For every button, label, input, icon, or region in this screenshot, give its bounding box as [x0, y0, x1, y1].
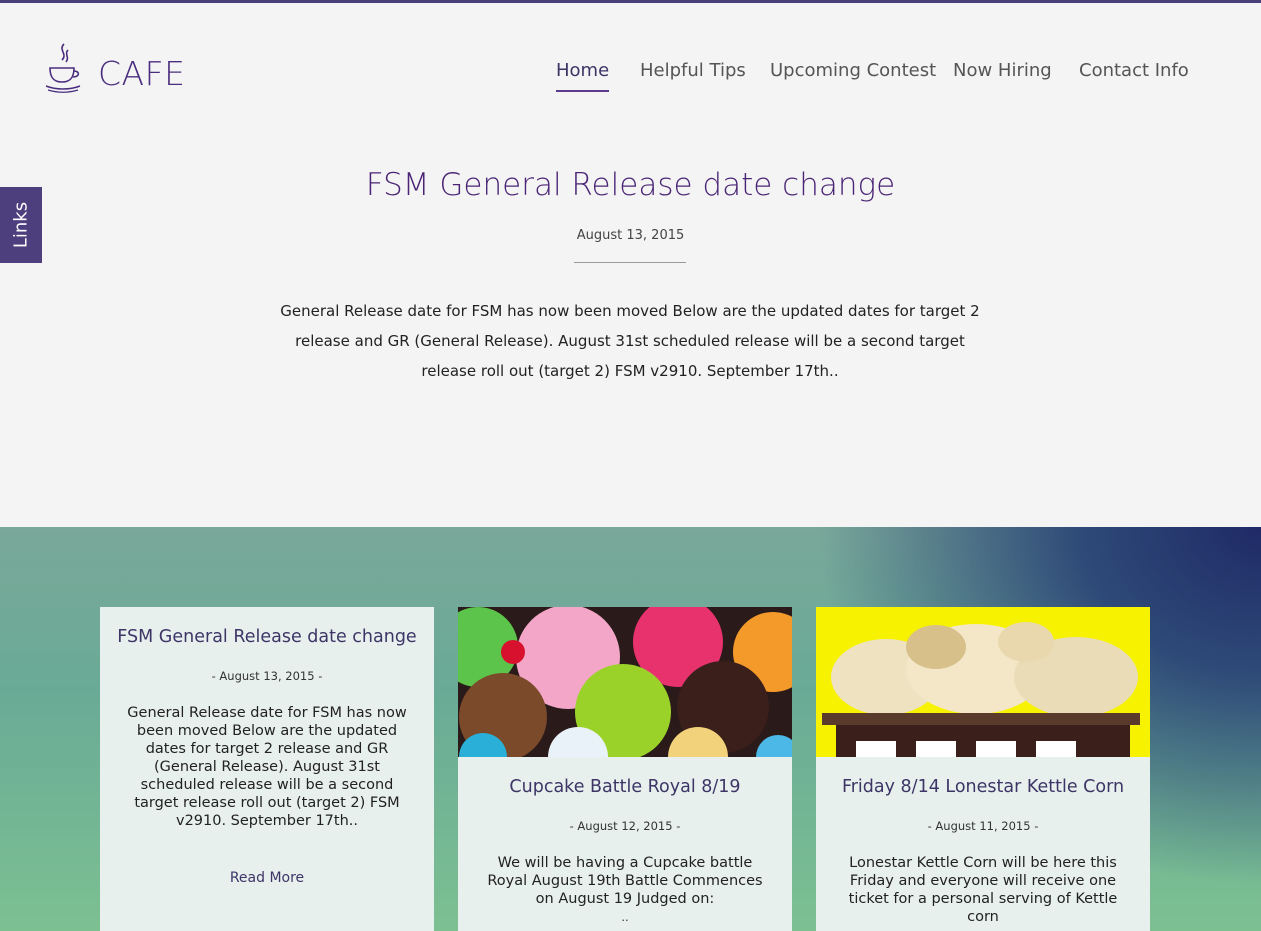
post-card-title[interactable]: Cupcake Battle Royal 8/19: [458, 777, 792, 797]
featured-post-title[interactable]: FSM General Release date change: [0, 167, 1261, 203]
nav-now-hiring[interactable]: Now Hiring: [953, 60, 1052, 90]
kettle-corn-photo[interactable]: [816, 607, 1150, 757]
top-accent-bar: [0, 0, 1261, 3]
post-card: FSM General Release date change - August…: [100, 607, 434, 931]
coffee-cup-icon: [45, 43, 81, 93]
post-card-title[interactable]: FSM General Release date change: [100, 627, 434, 647]
nav-home[interactable]: Home: [556, 60, 610, 92]
post-card-date: - August 11, 2015 -: [927, 819, 1039, 833]
more-marker: ..: [621, 910, 629, 924]
site-name: CAFE: [98, 54, 186, 93]
nav-contact-info[interactable]: Contact Info: [1079, 60, 1189, 90]
read-more-link[interactable]: Read More: [100, 870, 434, 886]
nav-upcoming-contest[interactable]: Upcoming Contest: [770, 60, 936, 90]
post-card-title[interactable]: Friday 8/14 Lonestar Kettle Corn: [816, 777, 1150, 797]
divider: [574, 262, 686, 263]
nav-helpful-tips[interactable]: Helpful Tips: [640, 60, 746, 90]
featured-post-excerpt: General Release date for FSM has now bee…: [280, 302, 980, 380]
post-card-excerpt: We will be having a Cupcake battle Royal…: [487, 855, 763, 907]
post-card-date: - August 12, 2015 -: [569, 819, 681, 833]
site-logo[interactable]: CAFE: [42, 42, 185, 94]
post-card-date: - August 13, 2015 -: [211, 669, 323, 683]
post-card: Cupcake Battle Royal 8/19 - August 12, 2…: [458, 607, 792, 931]
cupcakes-photo[interactable]: [458, 607, 792, 757]
post-card-excerpt: Lonestar Kettle Corn will be here this F…: [848, 855, 1118, 925]
post-card-excerpt: General Release date for FSM has now bee…: [127, 705, 407, 829]
post-card: Friday 8/14 Lonestar Kettle Corn - Augus…: [816, 607, 1150, 931]
featured-post-date: August 13, 2015: [576, 228, 685, 243]
